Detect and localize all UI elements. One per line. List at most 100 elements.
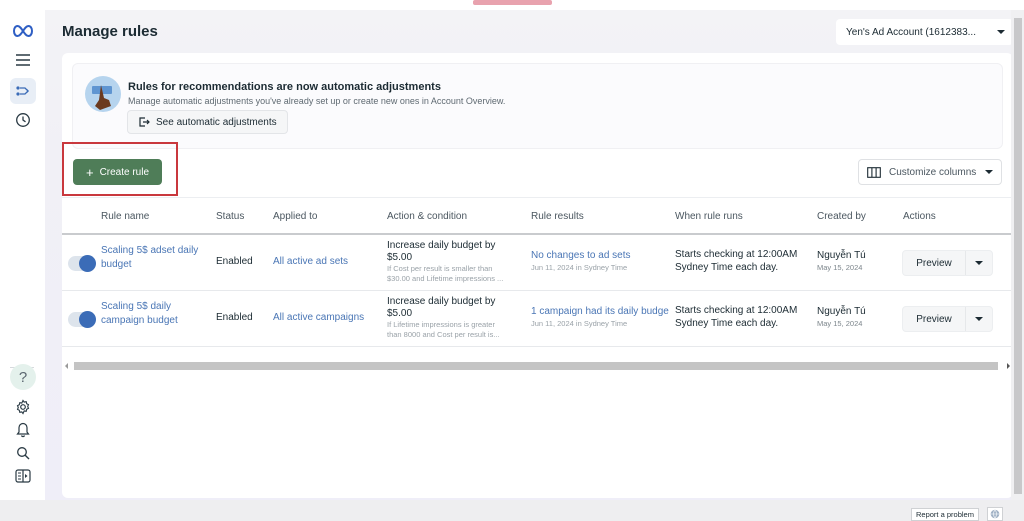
column-header-actions: Actions xyxy=(903,211,936,222)
condition-line2: than 8000 and Cost per result is... xyxy=(387,330,500,339)
toggle-panel-icon[interactable] xyxy=(10,463,36,489)
customize-columns-label: Customize columns xyxy=(889,166,977,178)
column-header-when-rule-runs[interactable]: When rule runs xyxy=(675,211,743,222)
rule-enabled-toggle[interactable] xyxy=(68,255,96,272)
preview-button[interactable]: Preview xyxy=(903,251,966,275)
rule-status: Enabled xyxy=(216,312,253,323)
main-area: Manage rules Yen's Ad Account (1612383..… xyxy=(45,10,1013,500)
rule-status: Enabled xyxy=(216,256,253,267)
automated-rules-icon[interactable] xyxy=(10,78,36,104)
preview-button[interactable]: Preview xyxy=(903,307,966,331)
created-date: May 15, 2024 xyxy=(817,263,863,272)
banner-description: Manage automatic adjustments you've alre… xyxy=(128,96,506,106)
rule-name-link[interactable]: Scaling 5$ adset daily budget xyxy=(101,244,198,272)
report-problem-button[interactable]: Report a problem xyxy=(911,508,979,521)
chevron-down-icon xyxy=(975,261,983,265)
table-header: Rule name Status Applied to Action & con… xyxy=(62,197,1013,235)
table-row: Scaling 5$ adset daily budget Enabled Al… xyxy=(62,235,1013,291)
rules-table: Rule name Status Applied to Action & con… xyxy=(62,197,1013,347)
runs-line1: Starts checking at 12:00AM xyxy=(675,249,798,260)
column-header-created-by[interactable]: Created by xyxy=(817,211,866,222)
scrollbar-thumb[interactable] xyxy=(1014,18,1022,494)
rule-name-line2: campaign budget xyxy=(101,315,178,326)
rule-result-link[interactable]: 1 campaign had its daily budge xyxy=(531,306,669,318)
chevron-down-icon xyxy=(975,317,983,321)
action-line2: $5.00 xyxy=(387,252,413,263)
see-automatic-adjustments-button[interactable]: See automatic adjustments xyxy=(127,110,288,134)
condition-line1: If Cost per result is smaller than xyxy=(387,264,493,273)
chevron-down-icon xyxy=(997,30,1005,34)
column-header-rule-name[interactable]: Rule name xyxy=(101,211,149,222)
preview-button-group: Preview xyxy=(902,250,993,276)
tab-accent-bar xyxy=(473,0,552,5)
table-horizontal-scrollbar[interactable] xyxy=(62,360,1013,372)
action-line1: Increase daily budget by xyxy=(387,240,496,251)
runs-line2: Sydney Time each day. xyxy=(675,318,779,329)
rule-name-line1: Scaling 5$ daily xyxy=(101,301,172,312)
table-row: Scaling 5$ daily campaign budget Enabled… xyxy=(62,291,1013,347)
create-rule-label: Create rule xyxy=(99,166,150,178)
menu-icon[interactable] xyxy=(10,47,36,73)
rule-name-link[interactable]: Scaling 5$ daily campaign budget xyxy=(101,300,178,328)
rule-results: No changes to ad sets Jun 11, 2024 in Sy… xyxy=(531,250,631,274)
ad-account-label: Yen's Ad Account (1612383... xyxy=(846,26,976,38)
scroll-left-arrow-icon[interactable] xyxy=(65,363,68,369)
when-rule-runs: Starts checking at 12:00AM Sydney Time e… xyxy=(675,248,797,274)
rule-enabled-toggle[interactable] xyxy=(68,311,96,328)
rule-results: 1 campaign had its daily budge Jun 11, 2… xyxy=(531,306,669,330)
preview-dropdown-button[interactable] xyxy=(966,251,992,275)
ad-account-selector[interactable]: Yen's Ad Account (1612383... xyxy=(836,19,1013,45)
columns-icon xyxy=(867,166,881,178)
toggle-knob xyxy=(79,311,96,328)
preview-dropdown-button[interactable] xyxy=(966,307,992,331)
help-icon[interactable]: ? xyxy=(10,364,36,390)
plus-icon: + xyxy=(85,164,94,180)
page-vertical-scrollbar[interactable] xyxy=(1011,10,1024,500)
runs-line2: Sydney Time each day. xyxy=(675,262,779,273)
action-condition: Increase daily budget by $5.00 If Lifeti… xyxy=(387,296,500,340)
scrollbar-thumb[interactable] xyxy=(74,362,998,370)
column-header-applied-to[interactable]: Applied to xyxy=(273,211,317,222)
exit-arrow-icon xyxy=(139,117,150,127)
action-condition: Increase daily budget by $5.00 If Cost p… xyxy=(387,240,503,284)
chevron-down-icon xyxy=(985,170,993,174)
history-clock-icon[interactable] xyxy=(10,107,36,133)
rule-result-link[interactable]: No changes to ad sets xyxy=(531,250,631,262)
left-rail: ? xyxy=(0,10,45,500)
condition-line2: $30.00 and Lifetime impressions ... xyxy=(387,274,504,283)
created-date: May 15, 2024 xyxy=(817,319,863,328)
column-header-action-condition[interactable]: Action & condition xyxy=(387,211,467,222)
created-by: Nguyễn Tú May 15, 2024 xyxy=(817,306,866,330)
banner-title: Rules for recommendations are now automa… xyxy=(128,81,441,93)
customize-columns-button[interactable]: Customize columns xyxy=(858,159,1002,185)
footer-bar: Report a problem xyxy=(0,500,1024,521)
applied-to-link[interactable]: All active campaigns xyxy=(273,312,364,323)
create-rule-button[interactable]: + Create rule xyxy=(73,159,162,185)
preview-button-group: Preview xyxy=(902,306,993,332)
applied-to-link[interactable]: All active ad sets xyxy=(273,256,348,267)
creator-name: Nguyễn Tú xyxy=(817,250,866,261)
action-line1: Increase daily budget by xyxy=(387,296,496,307)
see-automatic-adjustments-label: See automatic adjustments xyxy=(156,116,277,128)
runs-line1: Starts checking at 12:00AM xyxy=(675,305,798,316)
rule-name-line2: budget xyxy=(101,259,132,270)
creator-name: Nguyễn Tú xyxy=(817,306,866,317)
hand-pointer-illustration-icon xyxy=(85,76,121,112)
page-title: Manage rules xyxy=(62,23,158,40)
rule-result-date: Jun 11, 2024 in Sydney Time xyxy=(531,319,628,328)
automatic-adjustments-banner: Rules for recommendations are now automa… xyxy=(72,63,1003,149)
column-header-rule-results[interactable]: Rule results xyxy=(531,211,584,222)
rule-name-line1: Scaling 5$ adset daily xyxy=(101,245,199,256)
column-header-status[interactable]: Status xyxy=(216,211,244,222)
globe-icon[interactable] xyxy=(987,507,1003,521)
action-line2: $5.00 xyxy=(387,308,413,319)
condition-line1: If Lifetime impressions is greater xyxy=(387,320,495,329)
scroll-right-arrow-icon[interactable] xyxy=(1007,363,1010,369)
rules-card: Rules for recommendations are now automa… xyxy=(62,53,1013,498)
created-by: Nguyễn Tú May 15, 2024 xyxy=(817,250,866,274)
help-glyph: ? xyxy=(10,364,36,390)
meta-logo-icon[interactable] xyxy=(10,18,36,44)
rule-result-date: Jun 11, 2024 in Sydney Time xyxy=(531,263,628,272)
when-rule-runs: Starts checking at 12:00AM Sydney Time e… xyxy=(675,304,797,330)
toggle-knob xyxy=(79,255,96,272)
